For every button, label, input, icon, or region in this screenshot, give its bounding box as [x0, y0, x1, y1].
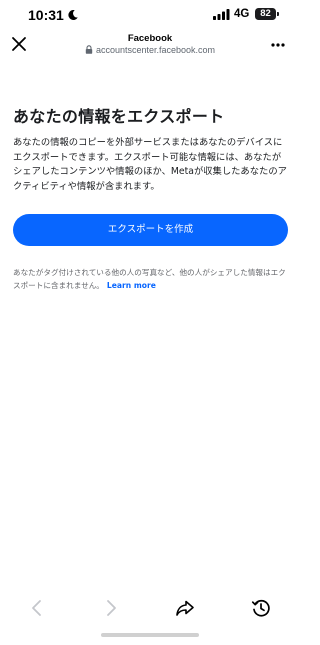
share-icon[interactable]	[174, 597, 196, 619]
browser-header: Facebook accountscenter.facebook.com	[0, 30, 300, 66]
status-bar: 10:31 4G 82	[0, 0, 300, 30]
create-export-button[interactable]: エクスポートを作成	[13, 214, 288, 246]
page-title: あなたの情報をエクスポート	[13, 107, 225, 126]
status-time: 10:31	[28, 7, 64, 23]
site-url-row: accountscenter.facebook.com	[0, 45, 300, 55]
history-icon[interactable]	[250, 597, 272, 619]
site-url: accountscenter.facebook.com	[95, 45, 216, 55]
more-icon[interactable]	[268, 40, 288, 50]
network-type: 4G	[234, 8, 250, 20]
export-note: あなたがタグ付けされている他の人の写真など、他の人がシェアした情報はエクスポート…	[13, 266, 288, 292]
moon-icon	[67, 9, 79, 21]
battery-level: 82	[255, 8, 276, 20]
battery-tip	[277, 12, 279, 16]
forward-icon[interactable]	[100, 597, 122, 619]
main-content: あなたの情報をエクスポート あなたの情報のコピーを外部サービスまたはあなたのデバ…	[13, 106, 288, 292]
site-title: Facebook	[127, 33, 173, 44]
back-icon[interactable]	[26, 597, 48, 619]
page-description: あなたの情報のコピーを外部サービスまたはあなたのデバイスにエクスポートできます。…	[13, 137, 287, 192]
lock-icon	[85, 45, 93, 54]
home-indicator[interactable]	[101, 633, 199, 637]
browser-toolbar	[0, 595, 300, 621]
signal-icon	[213, 9, 230, 20]
learn-more-link[interactable]: Learn more	[107, 281, 156, 290]
